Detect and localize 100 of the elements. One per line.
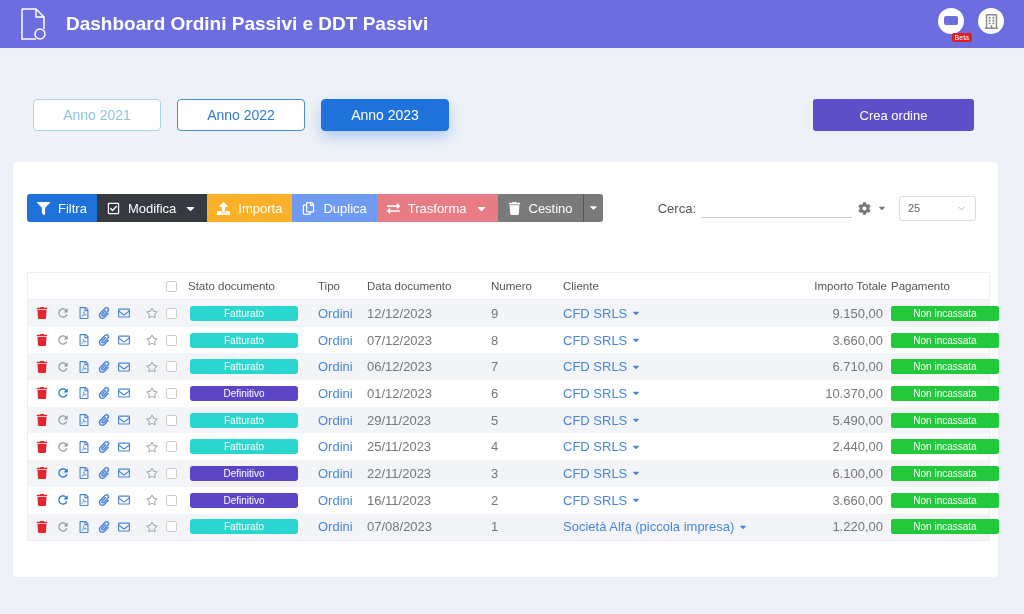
row-checkbox[interactable] <box>166 494 177 506</box>
pdf-icon[interactable] <box>78 467 90 480</box>
client-link[interactable]: CFD SRLS <box>559 465 775 481</box>
envelope-icon[interactable] <box>118 520 130 533</box>
client-link[interactable]: CFD SRLS <box>559 385 775 401</box>
dropdown-button[interactable] <box>582 194 603 222</box>
pdf-icon[interactable] <box>78 440 90 453</box>
type-link[interactable]: Ordini <box>314 412 363 428</box>
undo-icon[interactable] <box>56 333 70 348</box>
column-header[interactable]: Numero <box>487 280 559 292</box>
trash-icon[interactable] <box>36 387 48 400</box>
paperclip-icon[interactable] <box>98 307 110 320</box>
undo-icon[interactable] <box>56 306 70 321</box>
column-header[interactable]: Tipo <box>314 280 363 292</box>
client-link[interactable]: CFD SRLS <box>559 305 775 321</box>
page-size-select[interactable]: 25 <box>899 195 976 221</box>
toolbar-button[interactable]: Trasforma <box>376 194 498 222</box>
pdf-icon[interactable] <box>78 494 90 507</box>
paperclip-icon[interactable] <box>98 520 110 533</box>
settings-icon[interactable] <box>858 201 871 215</box>
undo-icon[interactable] <box>56 359 70 374</box>
client-link[interactable]: CFD SRLS <box>559 332 775 348</box>
paperclip-icon[interactable] <box>98 440 110 453</box>
pdf-icon[interactable] <box>78 520 90 533</box>
star-icon[interactable] <box>146 360 158 373</box>
undo-icon[interactable] <box>56 413 70 428</box>
row-checkbox[interactable] <box>166 414 177 426</box>
row-checkbox[interactable] <box>166 334 177 346</box>
star-icon[interactable] <box>146 307 158 320</box>
column-header[interactable]: Importo Totale <box>775 280 887 292</box>
undo-icon[interactable] <box>56 439 70 454</box>
type-link[interactable]: Ordini <box>314 439 363 455</box>
trash-icon[interactable] <box>36 440 48 453</box>
type-link[interactable]: Ordini <box>314 359 363 375</box>
envelope-icon[interactable] <box>118 440 130 453</box>
trash-icon[interactable] <box>36 414 48 427</box>
paperclip-icon[interactable] <box>98 414 110 427</box>
toolbar-button[interactable]: Modifica <box>96 194 208 222</box>
paperclip-icon[interactable] <box>98 334 110 347</box>
star-icon[interactable] <box>146 520 158 533</box>
create-order-button[interactable]: Crea ordine <box>813 99 974 131</box>
type-link[interactable]: Ordini <box>314 519 363 535</box>
column-header[interactable]: Stato documento <box>184 280 314 292</box>
undo-icon[interactable] <box>56 466 70 481</box>
trash-icon[interactable] <box>36 520 48 533</box>
type-link[interactable]: Ordini <box>314 332 363 348</box>
toolbar-button[interactable]: Duplica <box>292 194 377 222</box>
select-all-checkbox[interactable] <box>166 280 177 292</box>
type-link[interactable]: Ordini <box>314 492 363 508</box>
pdf-icon[interactable] <box>78 387 90 400</box>
column-header[interactable]: Cliente <box>559 280 775 292</box>
row-checkbox[interactable] <box>166 441 177 453</box>
envelope-icon[interactable] <box>118 414 130 427</box>
toolbar-button[interactable]: Cestino <box>497 194 583 222</box>
row-checkbox[interactable] <box>166 521 177 533</box>
star-icon[interactable] <box>146 334 158 347</box>
client-link[interactable]: CFD SRLS <box>559 492 775 508</box>
envelope-icon[interactable] <box>118 360 130 373</box>
type-link[interactable]: Ordini <box>314 465 363 481</box>
type-link[interactable]: Ordini <box>314 385 363 401</box>
trash-icon[interactable] <box>36 360 48 373</box>
trash-icon[interactable] <box>36 494 48 507</box>
client-link[interactable]: CFD SRLS <box>559 412 775 428</box>
trash-icon[interactable] <box>36 334 48 347</box>
star-icon[interactable] <box>146 467 158 480</box>
star-icon[interactable] <box>146 387 158 400</box>
paperclip-icon[interactable] <box>98 467 110 480</box>
row-checkbox[interactable] <box>166 361 177 373</box>
trash-icon[interactable] <box>36 467 48 480</box>
row-checkbox[interactable] <box>166 467 177 479</box>
column-header[interactable]: Pagamento <box>887 280 999 292</box>
client-link[interactable]: Società Alfa (piccola impresa) <box>559 519 775 535</box>
star-icon[interactable] <box>146 494 158 507</box>
envelope-icon[interactable] <box>118 467 130 480</box>
paperclip-icon[interactable] <box>98 360 110 373</box>
column-header[interactable]: Data documento <box>363 280 487 292</box>
client-link[interactable]: CFD SRLS <box>559 439 775 455</box>
star-icon[interactable] <box>146 414 158 427</box>
row-checkbox[interactable] <box>166 387 177 399</box>
row-checkbox[interactable] <box>166 307 177 319</box>
undo-icon[interactable] <box>56 493 70 508</box>
envelope-icon[interactable] <box>118 494 130 507</box>
year-tab[interactable]: Anno 2023 <box>321 99 449 131</box>
client-link[interactable]: CFD SRLS <box>559 359 775 375</box>
paperclip-icon[interactable] <box>98 387 110 400</box>
pdf-icon[interactable] <box>78 307 90 320</box>
envelope-icon[interactable] <box>118 334 130 347</box>
trash-icon[interactable] <box>36 307 48 320</box>
envelope-icon[interactable] <box>118 307 130 320</box>
type-link[interactable]: Ordini <box>314 305 363 321</box>
toolbar-button[interactable]: Filtra <box>27 194 97 222</box>
pdf-icon[interactable] <box>78 360 90 373</box>
year-tab[interactable]: Anno 2022 <box>177 99 305 131</box>
undo-icon[interactable] <box>56 519 70 534</box>
pdf-icon[interactable] <box>78 334 90 347</box>
pdf-icon[interactable] <box>78 414 90 427</box>
envelope-icon[interactable] <box>118 387 130 400</box>
star-icon[interactable] <box>146 440 158 453</box>
undo-icon[interactable] <box>56 386 70 401</box>
paperclip-icon[interactable] <box>98 494 110 507</box>
